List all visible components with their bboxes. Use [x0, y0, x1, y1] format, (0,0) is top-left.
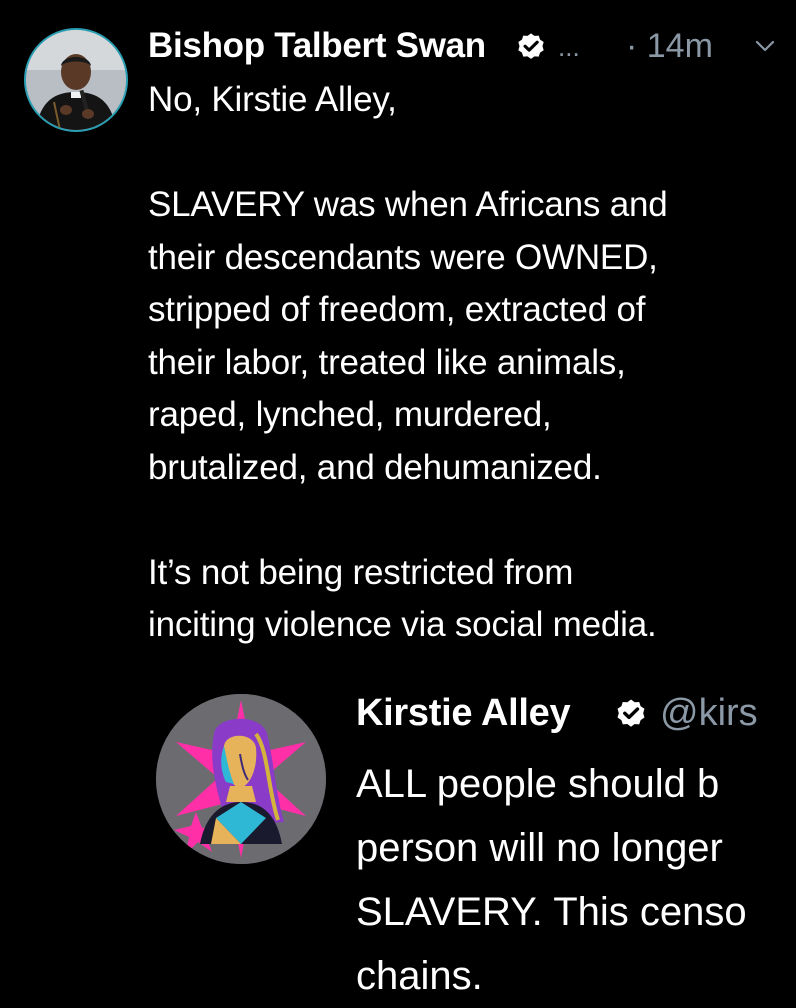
quoted-tweet-header: Kirstie Alley @kirs [356, 690, 796, 736]
tweet-text-line: No, Kirstie Alley, [148, 80, 397, 119]
tweet[interactable]: Bishop Talbert Swan ... · 14m No, Kirsti… [0, 0, 796, 1008]
tweet-text-line: SLAVERY was when Africans and [148, 185, 668, 224]
author-avatar[interactable] [24, 28, 128, 132]
verified-badge-icon [617, 699, 645, 727]
quoted-text-line: chains. [356, 954, 483, 998]
quoted-text-line: ALL people should b [356, 762, 720, 806]
tweet-text-line: brutalized, and dehumanized. [148, 447, 602, 487]
name-truncation: ... [558, 32, 580, 62]
quoted-author-name[interactable]: Kirstie Alley [356, 690, 571, 736]
quoted-author-avatar[interactable] [156, 694, 326, 864]
quoted-author-handle[interactable]: @kirs [660, 690, 758, 736]
verified-badge-icon [518, 33, 544, 59]
quoted-author-avatar-image [156, 694, 326, 864]
tweet-text-line: their descendants were OWNED, [148, 237, 658, 277]
quoted-tweet-text: ALL people should b person will no longe… [356, 752, 796, 1008]
author-avatar-image [26, 30, 126, 130]
tweet-text-line: inciting violence via social media. [148, 605, 657, 644]
tweet-timestamp[interactable]: · 14m [626, 26, 713, 66]
tweet-text: No, Kirstie Alley, SLAVERY was when Afri… [148, 74, 778, 652]
tweet-text-line: stripped of freedom, extracted of [148, 290, 646, 329]
author-name[interactable]: Bishop Talbert Swan [148, 26, 486, 66]
tweet-text-line: raped, lynched, murdered, [148, 395, 552, 434]
chevron-down-icon[interactable] [754, 38, 776, 54]
tweet-text-line: their labor, treated like animals, [148, 342, 626, 382]
quoted-text-line: person will no longer [356, 826, 723, 870]
quoted-text-line: SLAVERY. This censo [356, 890, 747, 934]
tweet-header: Bishop Talbert Swan ... · 14m [148, 26, 778, 70]
tweet-text-line: It’s not being restricted from [148, 552, 574, 592]
